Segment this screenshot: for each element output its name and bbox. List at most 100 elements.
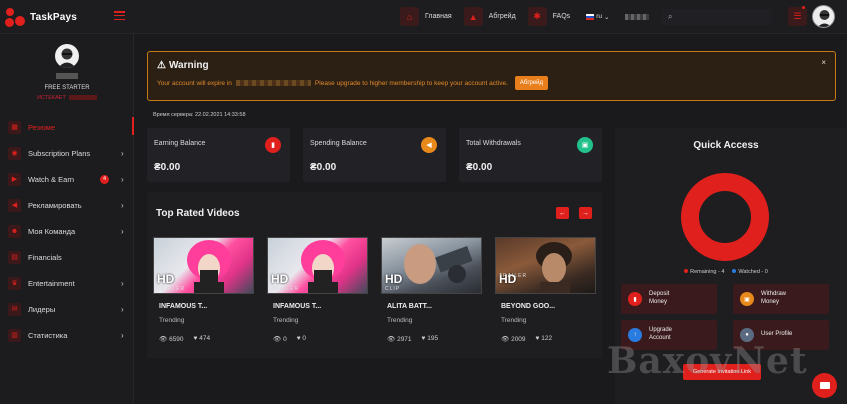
avatar[interactable] <box>55 44 79 68</box>
sidebar-item-team[interactable]: ☻ Моя Команда › <box>0 218 134 244</box>
chevron-right-icon: › <box>121 200 124 210</box>
user-icon: ● <box>740 328 754 342</box>
video-likes: 0 <box>302 335 306 342</box>
upgrade-account-button[interactable]: ↑ Upgrade Account <box>621 320 717 350</box>
chart-icon: ▮ <box>628 292 642 306</box>
warning-title: ⚠ Warning <box>157 60 209 71</box>
prev-arrow-button[interactable]: ← <box>556 207 569 219</box>
dashboard-icon: ▦ <box>8 120 21 134</box>
arrow-up-icon: ↑ <box>628 328 642 342</box>
app-root: TaskPays ⌂ Главная ▲ Абгрейд ✱ FAQs ru ⌄ <box>0 0 847 404</box>
video-tag: Trending <box>501 317 527 324</box>
user-avatar[interactable] <box>812 5 835 28</box>
user-profile-button[interactable]: ● User Profile <box>733 320 829 350</box>
quick-access-panel: Quick Access Remaining - 4 Watched - 0 ▮… <box>615 128 847 404</box>
chevron-down-icon: ⌄ <box>603 13 610 21</box>
video-card: HD TRAILER BEYOND GOO... Trending 👁 2009… <box>495 237 596 343</box>
sidebar-item-advertise[interactable]: ◀ Рекламировать › <box>0 192 134 218</box>
sidebar-item-label: Статистика <box>28 330 68 340</box>
eye-icon: 👁 <box>387 336 396 343</box>
top-nav: ⌂ Главная ▲ Абгрейд ✱ FAQs ru ⌄ <box>400 7 650 26</box>
upgrade-icon: ▲ <box>463 7 483 26</box>
trophy-icon: ♛ <box>8 276 21 290</box>
sidebar-menu: ▦ Резюме ◉ Subscription Plans › ▶ Watch … <box>0 114 134 348</box>
video-likes: 474 <box>199 335 211 342</box>
video-title[interactable]: BEYOND GOO... <box>501 303 596 310</box>
card-label: Spending Balance <box>310 140 367 147</box>
profile-card: FREE STARTER ИСТЕКАЕТ <box>0 40 134 101</box>
nav-home[interactable]: ⌂ Главная <box>400 7 452 26</box>
legend-watched: Watched - 0 <box>738 269 768 275</box>
sidebar-toggle-icon[interactable] <box>114 11 125 20</box>
video-likes: 195 <box>427 335 439 342</box>
sidebar-item-summary[interactable]: ▦ Резюме <box>0 114 134 140</box>
chevron-right-icon: › <box>121 330 124 340</box>
megaphone-icon: ◀ <box>8 198 21 212</box>
blurred-balance <box>625 13 650 20</box>
video-title[interactable]: INFAMOUS T... <box>159 303 254 310</box>
chart-icon: ▮ <box>265 137 281 153</box>
expiry-label: ИСТЕКАЕТ <box>37 95 66 101</box>
money-icon: ▣ <box>577 137 593 153</box>
video-title[interactable]: INFAMOUS T... <box>273 303 368 310</box>
sidebar: FREE STARTER ИСТЕКАЕТ ▦ Резюме ◉ Subscri… <box>0 34 134 404</box>
chevron-right-icon: › <box>121 226 124 236</box>
hd-badge: HD <box>271 272 289 286</box>
donut-legend: Remaining - 4 Watched - 0 <box>615 269 837 275</box>
video-card: HD CLIP ALITA BATT... Trending 👁 2971 ♥ … <box>381 237 482 343</box>
video-tag: Trending <box>273 317 299 324</box>
nav-faqs[interactable]: ✱ FAQs <box>527 7 570 26</box>
video-views: 0 <box>283 336 287 343</box>
button-label: User Profile <box>761 331 793 338</box>
card-label: Earning Balance <box>154 140 206 147</box>
video-card: HD TRAILER INFAMOUS T... Trending 👁 0 ♥ … <box>267 237 368 343</box>
card-value: ₴0.00 <box>466 162 493 173</box>
sidebar-item-watch-earn[interactable]: ▶ Watch & Earn 4 › <box>0 166 134 192</box>
warning-alert: ⚠ Warning Your account will expire in Pl… <box>147 51 836 101</box>
sidebar-item-entertainment[interactable]: ♛ Entertainment › <box>0 270 134 296</box>
generate-invitation-link-button[interactable]: Generate Invitation Link <box>683 364 761 380</box>
language-select[interactable]: ru ⌄ <box>586 13 609 21</box>
notifications-button[interactable]: ☰ <box>788 6 807 26</box>
sidebar-item-label: Entertainment <box>28 278 75 288</box>
video-thumbnail[interactable]: HD TRAILER <box>153 237 254 294</box>
total-withdrawals-card: Total Withdrawals ₴0.00 ▣ <box>459 128 602 182</box>
warning-title-text: Warning <box>168 60 209 71</box>
logo-icon <box>5 7 27 27</box>
megaphone-icon: ◀ <box>421 137 437 153</box>
sidebar-item-statistics[interactable]: ▥ Статистика › <box>0 322 134 348</box>
withdraw-money-button[interactable]: ▣ Withdraw Money <box>733 284 829 314</box>
upgrade-button[interactable]: Абгрейд <box>514 76 549 90</box>
deposit-money-button[interactable]: ▮ Deposit Money <box>621 284 717 314</box>
next-arrow-button[interactable]: → <box>579 207 592 219</box>
search-input[interactable]: ⌕ <box>662 9 772 25</box>
video-thumbnail[interactable]: HD TRAILER <box>495 237 596 294</box>
chat-button[interactable] <box>812 373 837 398</box>
sidebar-item-subscription-plans[interactable]: ◉ Subscription Plans › <box>0 140 134 166</box>
chat-icon <box>819 382 830 389</box>
team-icon: ☻ <box>8 224 21 238</box>
nav-upgrade-label: Абгрейд <box>488 13 516 20</box>
nav-upgrade[interactable]: ▲ Абгрейд <box>463 7 516 26</box>
video-thumbnail[interactable]: HD CLIP <box>381 237 482 294</box>
button-label: Withdraw Money <box>761 291 787 305</box>
blurred-username <box>56 73 78 79</box>
sidebar-item-financials[interactable]: ▤ Financials <box>0 244 134 270</box>
chevron-right-icon: › <box>121 148 124 158</box>
sidebar-item-label: Рекламировать <box>28 200 82 210</box>
close-icon[interactable]: × <box>821 58 826 67</box>
warning-text-before: Your account will expire in <box>157 79 232 87</box>
blurred-expiry <box>235 80 311 86</box>
hd-badge: HD <box>385 272 403 286</box>
sidebar-item-label: Subscription Plans <box>28 148 91 158</box>
video-tag: Trending <box>159 317 185 324</box>
video-title[interactable]: ALITA BATT... <box>387 303 482 310</box>
card-value: ₴0.00 <box>154 162 181 173</box>
button-label: Upgrade Account <box>649 327 673 341</box>
brand-logo[interactable]: TaskPays <box>5 7 77 27</box>
sidebar-item-leaders[interactable]: ✉ Лидеры › <box>0 296 134 322</box>
top-bar: TaskPays ⌂ Главная ▲ Абгрейд ✱ FAQs ru ⌄ <box>0 0 847 34</box>
chevron-right-icon: › <box>121 304 124 314</box>
wallet-icon: ▣ <box>740 292 754 306</box>
video-thumbnail[interactable]: HD TRAILER <box>267 237 368 294</box>
